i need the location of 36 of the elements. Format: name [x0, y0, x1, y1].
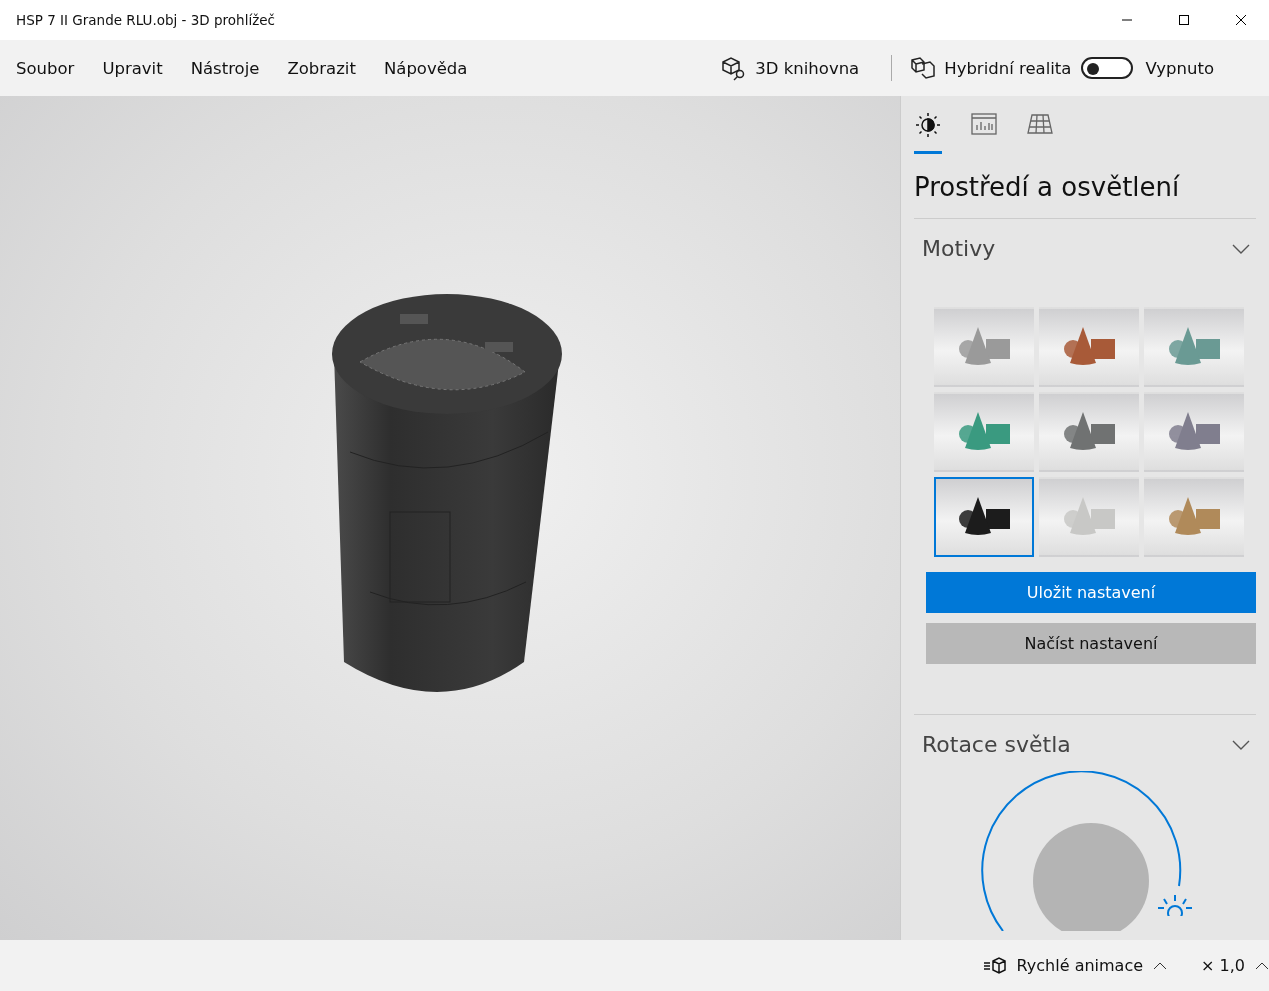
theme-thumbnail[interactable] [1039, 306, 1139, 387]
toggle-state-label: Vypnuto [1145, 58, 1214, 78]
maximize-icon [1177, 14, 1190, 26]
menu-item[interactable]: Nástroje [176, 48, 274, 88]
menu-item[interactable]: Zobrazit [273, 48, 370, 88]
save-settings-button[interactable]: Uložit nastavení [926, 571, 1256, 613]
theme-thumbnail[interactable] [934, 306, 1034, 387]
lighting-tab[interactable] [914, 112, 942, 154]
theme-thumbnail[interactable] [1144, 306, 1244, 387]
load-settings-button[interactable]: Načíst nastavení [926, 622, 1256, 664]
animation-button[interactable]: Rychlé animace [982, 947, 1168, 984]
menu-item[interactable]: Nápověda [369, 48, 482, 88]
caret-up-icon [1153, 961, 1168, 970]
theme-thumbnail[interactable] [1039, 391, 1139, 472]
light-rotation-section-header[interactable]: Rotace světla [914, 714, 1256, 761]
theme-thumbnail[interactable] [1039, 476, 1139, 557]
chevron-down-icon [1232, 243, 1250, 254]
mixed-reality-label: Hybridní realita [944, 58, 1072, 78]
theme-thumbnail[interactable] [934, 391, 1034, 472]
library-button[interactable]: 3D knihovna [721, 48, 860, 88]
speed-button[interactable]: × 1,0 [1201, 947, 1269, 984]
sun-icon[interactable] [1156, 893, 1194, 916]
cubes-icon [910, 56, 937, 80]
window-title: HSP 7 II Grande RLU.obj - 3D prohlížeč [16, 12, 275, 28]
theme-thumbnail[interactable] [1144, 476, 1244, 557]
theme-thumbnail[interactable] [934, 476, 1034, 557]
close-icon [1234, 14, 1247, 26]
menu-item[interactable]: Upravit [88, 48, 177, 88]
menu-item[interactable]: Soubor [2, 48, 89, 88]
themes-section-header[interactable]: Motivy [914, 219, 1256, 265]
caret-up-icon [1255, 961, 1269, 970]
theme-thumbnail[interactable] [1144, 391, 1244, 472]
panel-title: Prostředí a osvětlení [914, 172, 1181, 202]
animation-icon [982, 956, 1007, 975]
chevron-down-icon [1232, 739, 1250, 750]
mixed-reality-toggle[interactable] [1081, 57, 1134, 79]
